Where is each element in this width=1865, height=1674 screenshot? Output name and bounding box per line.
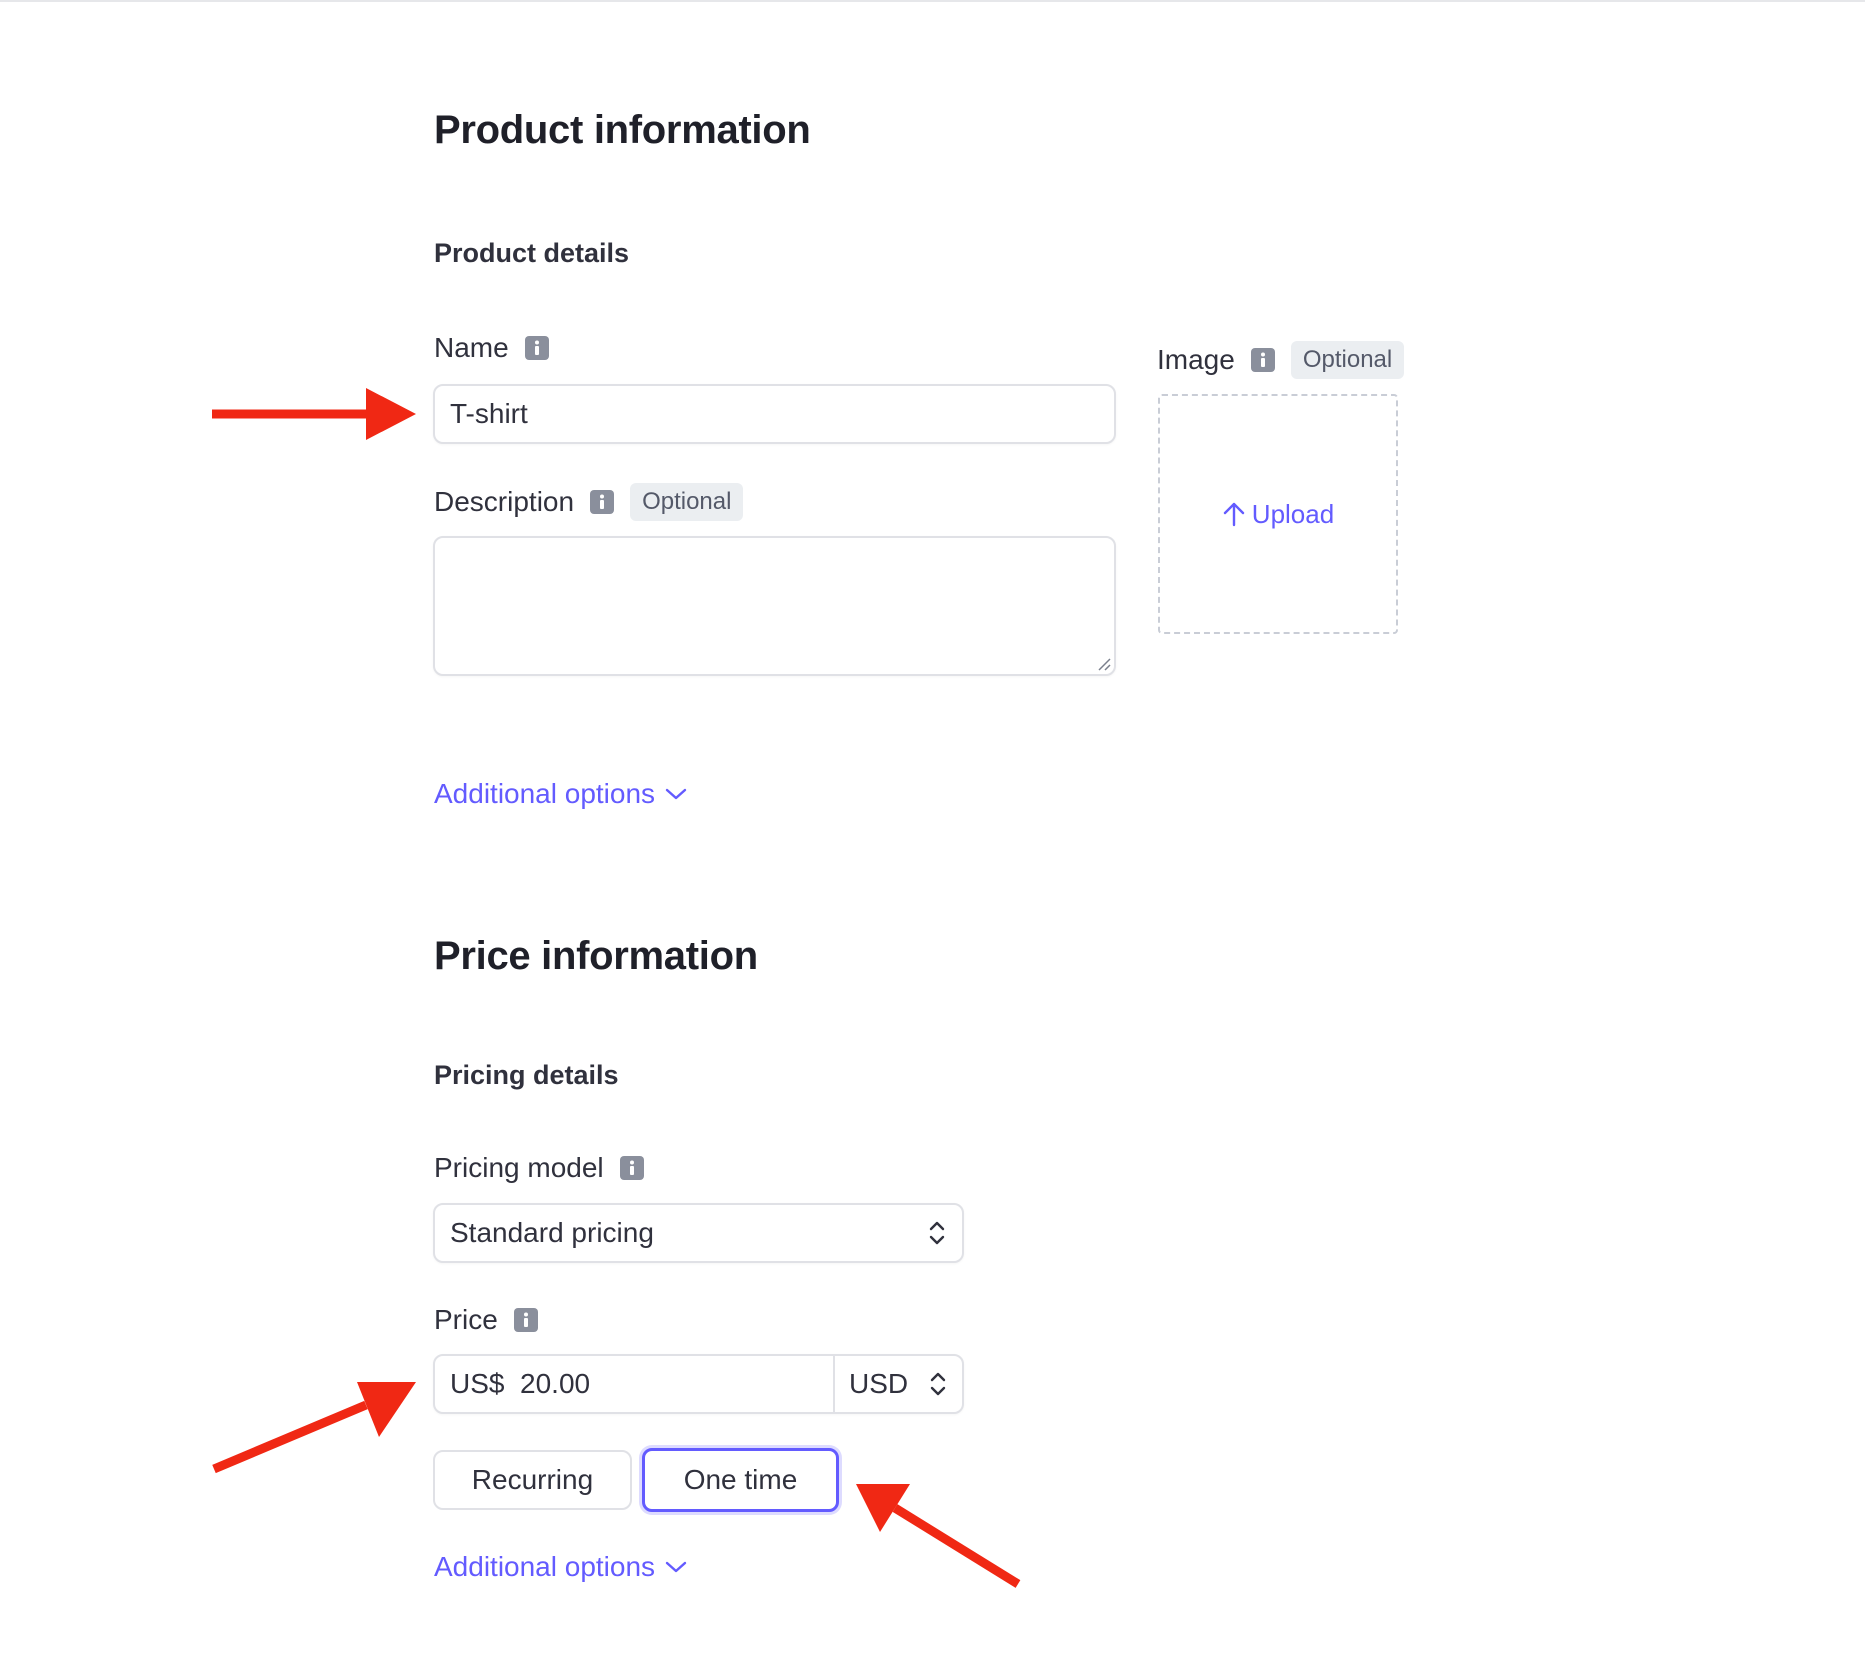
price-information-heading: Price information [434,934,758,978]
image-label: Image [1157,344,1235,375]
info-icon[interactable] [524,336,549,360]
select-updown-icon [929,1221,945,1245]
price-amount-value: US$ 20.00 [450,1368,591,1399]
annotation-arrow-name [212,388,416,440]
resize-handle-icon[interactable] [1096,656,1112,672]
info-icon[interactable] [1250,348,1275,372]
info-icon[interactable] [590,490,615,514]
chevron-down-icon [665,1561,687,1573]
annotation-arrow-price [212,1382,416,1474]
name-input-value: T-shirt [450,398,528,429]
recurring-button[interactable]: Recurring [433,1450,632,1510]
top-divider [0,0,1865,2]
name-label-row: Name [434,332,549,364]
additional-options-label: Additional options [434,778,656,809]
upload-button[interactable]: Upload [1222,499,1334,530]
info-icon[interactable] [513,1308,538,1332]
description-label: Description [434,486,575,517]
name-input[interactable]: T-shirt [433,384,1116,444]
pricing-model-label: Pricing model [434,1152,604,1183]
price-additional-options-link[interactable]: Additional options [434,1551,687,1583]
pricing-details-heading: Pricing details [434,1060,619,1090]
optional-badge: Optional [1290,341,1405,379]
annotation-arrow-one-time [856,1484,1021,1588]
price-label: Price [434,1304,498,1335]
chevron-down-icon [665,788,687,800]
description-textarea[interactable] [433,536,1116,676]
price-input-group: US$ 20.00 USD [433,1354,964,1414]
price-amount-input[interactable]: US$ 20.00 [435,1356,835,1412]
pricing-model-label-row: Pricing model [434,1152,644,1184]
description-label-row: Description Optional [434,483,744,521]
price-label-row: Price [434,1304,538,1336]
info-icon[interactable] [619,1156,644,1180]
pricing-model-select[interactable]: Standard pricing [433,1203,964,1263]
select-updown-icon [930,1372,946,1396]
product-information-heading: Product information [434,108,811,152]
product-additional-options-link[interactable]: Additional options [434,778,687,810]
optional-badge: Optional [630,483,744,521]
image-label-row: Image Optional [1157,341,1405,379]
additional-options-label: Additional options [434,1551,656,1582]
upload-label: Upload [1251,498,1335,529]
product-details-heading: Product details [434,238,630,268]
image-upload-dropzone[interactable]: Upload [1158,394,1398,634]
one-time-button[interactable]: One time [642,1448,839,1512]
currency-select[interactable]: USD [835,1356,962,1412]
annotation-arrows [212,388,1021,1588]
currency-value: USD [849,1368,909,1399]
name-label: Name [434,332,509,363]
pricing-model-value: Standard pricing [450,1217,654,1248]
upload-arrow-icon [1223,502,1244,527]
